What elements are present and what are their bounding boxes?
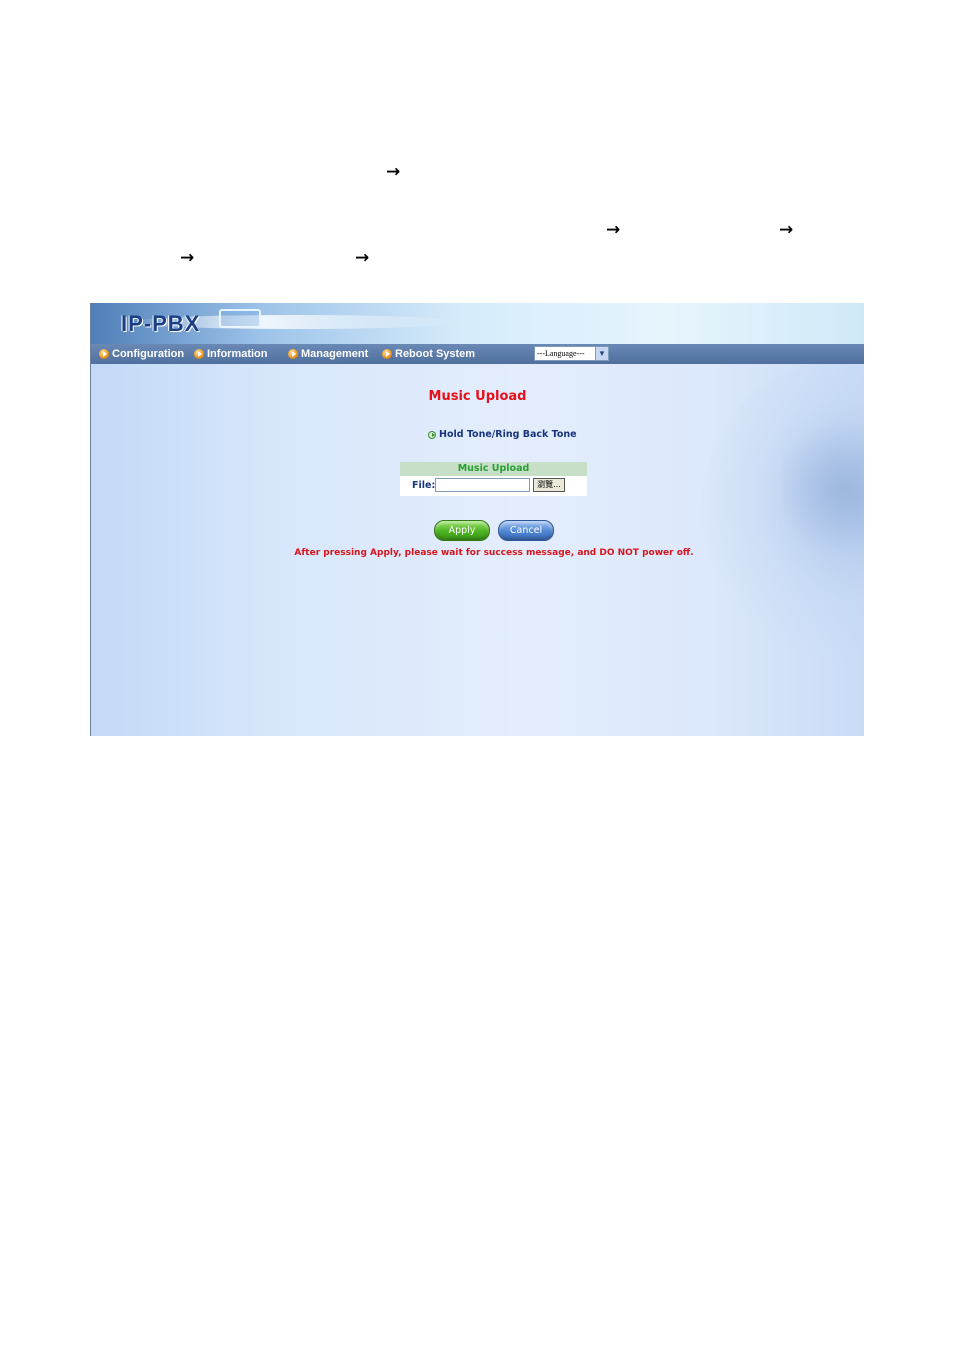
cancel-button[interactable]: Cancel bbox=[498, 520, 554, 541]
play-icon bbox=[288, 349, 298, 359]
background-decoration bbox=[781, 413, 864, 563]
arrow-icon: → bbox=[355, 248, 370, 268]
music-upload-table: Music Upload File: 瀏覽... bbox=[400, 462, 587, 496]
banner-decoration bbox=[219, 309, 261, 328]
language-select-value: ---Language--- bbox=[537, 349, 585, 358]
arrow-icon: → bbox=[606, 220, 621, 240]
arrow-icon: → bbox=[386, 162, 401, 182]
apply-button[interactable]: Apply bbox=[434, 520, 490, 541]
play-icon bbox=[382, 349, 392, 359]
hold-tone-link-label: Hold Tone/Ring Back Tone bbox=[439, 429, 577, 440]
menu-item-label: Management bbox=[301, 348, 369, 360]
menu-item-label: Information bbox=[207, 348, 268, 360]
arrow-icon: → bbox=[779, 220, 794, 240]
menu-item-label: Configuration bbox=[112, 348, 185, 360]
menu-item-reboot-system[interactable]: Reboot System bbox=[382, 347, 475, 361]
chevron-down-icon[interactable]: ▼ bbox=[595, 347, 608, 360]
menu-bar: Configuration Information Management Reb… bbox=[91, 344, 864, 364]
language-select[interactable]: ---Language--- ▼ bbox=[534, 346, 609, 361]
browse-button[interactable]: 瀏覽... bbox=[533, 478, 565, 492]
menu-item-information[interactable]: Information bbox=[194, 347, 268, 361]
ip-pbx-logo: IP-PBX bbox=[121, 311, 201, 336]
ip-pbx-screenshot: IP-PBX Configuration Information Managem… bbox=[90, 303, 864, 736]
play-icon bbox=[428, 430, 436, 439]
music-upload-header: Music Upload bbox=[400, 462, 587, 476]
warning-message: After pressing Apply, please wait for su… bbox=[294, 548, 694, 558]
header-banner: IP-PBX bbox=[91, 303, 864, 345]
menu-item-management[interactable]: Management bbox=[288, 347, 368, 361]
file-row: File: 瀏覽... bbox=[400, 476, 587, 496]
file-path-input[interactable] bbox=[435, 478, 530, 492]
hold-tone-link[interactable]: Hold Tone/Ring Back Tone bbox=[428, 429, 577, 440]
play-icon bbox=[99, 349, 109, 359]
menu-item-configuration[interactable]: Configuration bbox=[99, 347, 184, 361]
page-title: Music Upload bbox=[428, 389, 527, 404]
menu-item-label: Reboot System bbox=[395, 348, 476, 360]
file-label: File: bbox=[412, 480, 436, 491]
play-icon bbox=[194, 349, 204, 359]
arrow-icon: → bbox=[180, 248, 195, 268]
